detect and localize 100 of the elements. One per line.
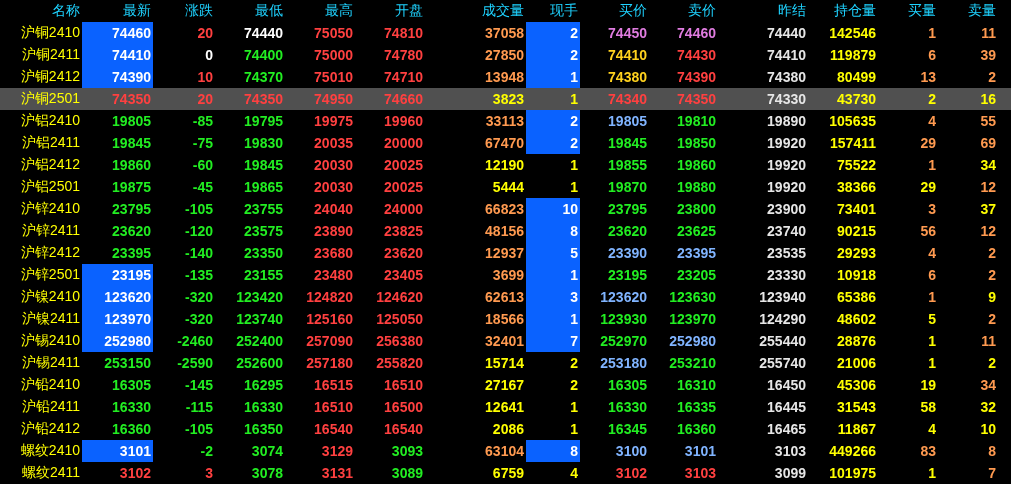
column-header[interactable]: 名称 [0,0,82,22]
table-cell-text: 23195 [607,266,648,285]
table-cell-text: -2460 [176,332,214,351]
table-cell-text: 48156 [484,222,525,241]
table-cell: 74410 [82,44,153,66]
table-row[interactable]: 沪铅2411 16330 -115 16330 16510 16500 12641 1 16330 16335 16445 31543 58 32 [0,396,1011,418]
table-cell-text: -60 [191,156,214,175]
table-cell-text: 2 [987,354,997,373]
table-cell-text: 1 [927,156,937,175]
table-cell-text: 9 [987,288,997,307]
table-cell-text: 19845 [111,134,152,153]
table-row[interactable]: 沪锡2410 252980 -2460 252400 257090 256380 32401 7 252970 252980 255440 28876 1 11 [0,330,1011,352]
table-row[interactable]: 沪锌2501 23195 -135 23155 23480 23405 3699 1 23195 23205 23330 10918 6 2 [0,264,1011,286]
table-cell: 8 [526,220,580,242]
table-cell-text: 2086 [491,420,525,439]
table-cell-text: 12 [979,178,997,197]
table-row[interactable]: 沪镍2410 123620 -320 123420 124820 124620 62613 3 123620 123630 123940 65386 1 9 [0,286,1011,308]
column-header[interactable]: 涨跌 [153,0,215,22]
table-cell-text: -85 [191,112,214,131]
table-cell-text: -105 [183,200,214,219]
table-cell-text: 1 [927,332,937,351]
column-header[interactable]: 持仓量 [808,0,878,22]
table-cell-text: 252970 [599,332,648,351]
contract-name: 沪铜2411 [20,45,81,64]
table-cell-text: 13948 [484,68,525,87]
column-header[interactable]: 开盘 [355,0,425,22]
table-cell-text: 3103 [773,442,807,461]
table-cell-text: 3 [204,464,214,483]
table-cell-text: 4 [927,112,937,131]
table-cell-text: 19805 [607,112,648,131]
table-row[interactable]: 螺纹2410 3101 -2 3074 3129 3093 63104 8 3100 3101 3103 449266 83 8 [0,440,1011,462]
table-cell-text: 19 [919,376,937,395]
table-cell-text: 123620 [599,288,648,307]
table-cell-text: 20 [196,24,214,43]
table-cell-text: 3129 [320,442,354,461]
table-row[interactable]: 沪铝2411 19845 -75 19830 20035 20000 67470 2 19845 19850 19920 157411 29 69 [0,132,1011,154]
table-cell-text: 1 [569,156,579,175]
column-header[interactable]: 最高 [285,0,355,22]
table-row[interactable]: 沪铅2410 16305 -145 16295 16515 16510 27167 2 16305 16310 16450 45306 19 34 [0,374,1011,396]
table-cell: 2 [526,132,580,154]
column-header[interactable]: 成交量 [425,0,526,22]
table-cell-text: 3699 [491,266,525,285]
table-row[interactable]: 沪锌2411 23620 -120 23575 23890 23825 48156 8 23620 23625 23740 90215 56 12 [0,220,1011,242]
table-cell: 74390 [82,66,153,88]
table-cell-text: 80499 [836,68,877,87]
table-cell-text: 56 [919,222,937,241]
table-cell-text: 24040 [313,200,354,219]
table-cell-text: 123630 [668,288,717,307]
column-header[interactable]: 昨结 [718,0,808,22]
table-cell-text: 23330 [766,266,807,285]
column-header[interactable]: 最新 [82,0,153,22]
table-cell-text: 157411 [829,134,877,153]
table-cell: 5 [526,242,580,264]
table-cell-text: 39 [979,46,997,65]
table-cell-text: 18566 [484,310,525,329]
table-cell-text: 253210 [668,354,717,373]
column-header[interactable]: 买价 [580,0,649,22]
table-cell-text: 123940 [758,288,807,307]
column-header[interactable]: 最低 [215,0,285,22]
table-row[interactable]: 沪铜2501 74350 20 74350 74950 74660 3823 1 74340 74350 74330 43730 2 16 [0,88,1011,110]
table-cell-text: 4 [927,244,937,263]
table-row[interactable]: 沪铝2501 19875 -45 19865 20030 20025 5444 1 19870 19880 19920 38366 29 12 [0,176,1011,198]
contract-name: 沪锌2410 [19,199,81,218]
contract-name: 沪铝2411 [20,133,81,152]
table-cell-text: 19855 [607,156,648,175]
table-row[interactable]: 沪铜2411 74410 0 74400 75000 74780 27850 2 74410 74430 74410 119879 6 39 [0,44,1011,66]
table-cell-text: 19975 [313,112,354,131]
column-header[interactable]: 卖量 [938,0,998,22]
table-cell-text: 8 [987,442,997,461]
table-cell-text: 252980 [668,332,717,351]
table-cell-text: 119879 [829,46,877,65]
table-row[interactable]: 沪锌2412 23395 -140 23350 23680 23620 12937 5 23390 23395 23535 29293 4 2 [0,242,1011,264]
table-row[interactable]: 沪锌2410 23795 -105 23755 24040 24000 66823 10 23795 23800 23900 73401 3 37 [0,198,1011,220]
table-row[interactable]: 沪铅2412 16360 -105 16350 16540 16540 2086 1 16345 16360 16465 11867 4 10 [0,418,1011,440]
table-row[interactable]: 螺纹2411 3102 3 3078 3131 3089 6759 4 3102 3103 3099 101975 1 7 [0,462,1011,484]
table-cell-text: 74380 [766,68,807,87]
table-cell-text: 4 [569,464,579,483]
table-cell-text: 23890 [313,222,354,241]
table-row[interactable]: 沪铜2412 74390 10 74370 75010 74710 13948 1 74380 74390 74380 80499 13 2 [0,66,1011,88]
table-cell-text: 74430 [676,46,717,65]
table-cell-text: 5 [927,310,937,329]
table-cell-text: 142546 [828,24,877,43]
table-row[interactable]: 沪铝2412 19860 -60 19845 20030 20025 12190 1 19855 19860 19920 75522 1 34 [0,154,1011,176]
column-header[interactable]: 现手 [526,0,580,22]
table-cell-text: 74410 [766,46,807,65]
column-header[interactable]: 买量 [878,0,938,22]
contract-name: 沪铜2412 [19,67,81,86]
table-row[interactable]: 沪锡2411 253150 -2590 252600 257180 255820 15714 2 253180 253210 255740 21006 1 2 [0,352,1011,374]
table-cell-text: 23625 [676,222,717,241]
table-cell-text: 20035 [313,134,354,153]
table-row[interactable]: 沪镍2411 123970 -320 123740 125160 125050 18566 1 123930 123970 124290 48602 5 2 [0,308,1011,330]
table-cell-text: 19860 [676,156,717,175]
table-row[interactable]: 沪铜2410 74460 20 74440 75050 74810 37058 2 74450 74460 74440 142546 1 11 [0,22,1011,44]
table-cell: 3101 [82,440,153,462]
table-cell-text: 63104 [484,442,525,461]
table-cell-text: 4 [927,420,937,439]
table-cell-text: 74460 [676,24,717,43]
table-cell-text: 20030 [313,178,354,197]
table-row[interactable]: 沪铝2410 19805 -85 19795 19975 19960 33113 2 19805 19810 19890 105635 4 55 [0,110,1011,132]
column-header[interactable]: 卖价 [649,0,718,22]
